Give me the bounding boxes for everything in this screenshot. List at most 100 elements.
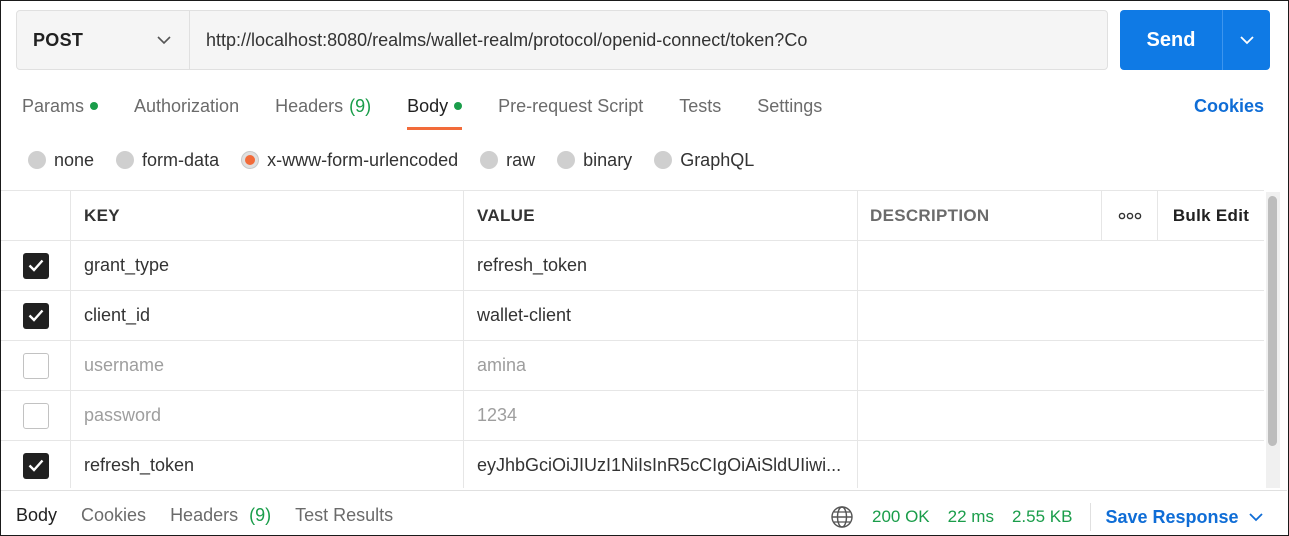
active-indicator-dot (454, 102, 463, 110)
globe-icon[interactable] (830, 505, 854, 529)
response-tab-body[interactable]: Body (16, 505, 57, 526)
tab-label: Headers (275, 96, 344, 116)
header-description: DESCRIPTION (858, 191, 1102, 240)
description-cell[interactable] (858, 391, 1264, 440)
header-value: VALUE (464, 191, 858, 240)
send-button[interactable]: Send (1120, 10, 1222, 70)
key-cell[interactable]: username (71, 341, 464, 390)
value-cell[interactable]: wallet-client (464, 291, 858, 340)
tab-pre-request-script[interactable]: Pre-request Script (498, 88, 643, 130)
chevron-down-icon (1239, 35, 1254, 44)
row-checkbox[interactable] (22, 452, 49, 479)
row-check-cell (1, 241, 71, 290)
radio-circle (116, 151, 135, 169)
radio-raw[interactable]: raw (480, 150, 535, 171)
row-check-cell (1, 441, 71, 488)
radio-label: binary (583, 149, 633, 170)
radio-circle (557, 151, 576, 169)
status-code[interactable]: 200 OK (872, 507, 930, 527)
request-url-bar: POST (16, 10, 1108, 70)
description-cell[interactable] (858, 291, 1264, 340)
row-check-cell (1, 341, 71, 390)
check-icon (28, 309, 43, 322)
tab-label: Body (16, 505, 58, 525)
tab-label: Params (22, 96, 85, 116)
radio-circle (28, 151, 46, 169)
divider (1090, 503, 1092, 531)
table-row: grant_type refresh_token (1, 241, 1264, 291)
table-header-row: KEY VALUE DESCRIPTION Bulk Edit (1, 191, 1264, 241)
key-cell[interactable]: password (71, 391, 464, 440)
tab-label: Headers (170, 505, 239, 525)
check-icon (28, 259, 43, 272)
request-tabs: Params Authorization Headers (9) Body Pr… (22, 88, 858, 130)
chevron-down-icon (1247, 508, 1265, 526)
radio-none[interactable]: none (28, 150, 94, 171)
cookies-link[interactable]: Cookies (1194, 96, 1264, 117)
value-text: eyJhbGciOiJIUzI1NiIsInR5cCIgOiAiSldUIiwi… (477, 455, 842, 475)
value-cell[interactable]: amina (464, 341, 858, 390)
response-time[interactable]: 22 ms (948, 507, 994, 527)
radio-label: form-data (142, 149, 220, 170)
scrollbar-thumb[interactable] (1268, 196, 1277, 446)
radio-x-www-form-urlencoded[interactable]: x-www-form-urlencoded (241, 150, 458, 171)
check-icon (28, 459, 43, 472)
more-horizontal-icon (1118, 212, 1141, 219)
tab-label: Cookies (81, 505, 147, 525)
radio-graphql[interactable]: GraphQL (654, 150, 754, 171)
row-checkbox[interactable] (22, 352, 49, 379)
tab-authorization[interactable]: Authorization (134, 88, 239, 130)
response-tab-test-results[interactable]: Test Results (295, 505, 393, 526)
radio-binary[interactable]: binary (557, 150, 632, 171)
url-input[interactable] (190, 11, 1107, 69)
tab-settings[interactable]: Settings (757, 88, 822, 130)
response-tab-cookies[interactable]: Cookies (81, 505, 146, 526)
table-row: refresh_token eyJhbGciOiJIUzI1NiIsInR5cC… (1, 441, 1264, 488)
bulk-edit-button[interactable]: Bulk Edit (1158, 191, 1264, 240)
tab-headers[interactable]: Headers (9) (275, 88, 371, 130)
method-select[interactable]: POST (17, 11, 190, 69)
header-key: KEY (71, 191, 464, 240)
description-cell[interactable] (858, 341, 1264, 390)
table-row: password 1234 (1, 391, 1264, 441)
key-cell[interactable]: client_id (71, 291, 464, 340)
key-cell[interactable]: refresh_token (71, 441, 464, 488)
tab-label: Settings (757, 96, 823, 116)
radio-label: x-www-form-urlencoded (267, 149, 459, 170)
save-response-button[interactable]: Save Response (1105, 507, 1264, 528)
chevron-down-icon (155, 31, 173, 49)
value-cell[interactable]: 1234 (464, 391, 858, 440)
radio-circle-checked (241, 151, 260, 169)
more-options-button[interactable] (1102, 191, 1158, 240)
value-cell[interactable]: eyJhbGciOiJIUzI1NiIsInR5cCIgOiAiSldUIiwi… (464, 441, 858, 488)
radio-circle (654, 151, 673, 169)
response-status: 200 OK 22 ms 2.55 KB Save Response (830, 503, 1265, 531)
radio-form-data[interactable]: form-data (116, 150, 219, 171)
radio-label: GraphQL (680, 149, 755, 170)
row-checkbox[interactable] (22, 302, 49, 329)
description-cell[interactable] (858, 241, 1264, 290)
active-indicator-dot (90, 102, 99, 110)
response-bar: Body Cookies Headers (9) Test Results 20… (1, 490, 1287, 535)
tab-label: Pre-request Script (498, 96, 644, 116)
row-checkbox[interactable] (22, 252, 49, 279)
tab-body[interactable]: Body (407, 88, 463, 130)
value-cell[interactable]: refresh_token (464, 241, 858, 290)
key-cell[interactable]: grant_type (71, 241, 464, 290)
tab-label: Authorization (134, 96, 240, 116)
tab-label: Body (407, 96, 449, 116)
response-size[interactable]: 2.55 KB (1012, 507, 1073, 527)
description-cell[interactable] (858, 441, 1264, 488)
method-label: POST (33, 29, 84, 50)
save-response-label: Save Response (1105, 506, 1239, 527)
tab-tests[interactable]: Tests (679, 88, 721, 130)
tab-params[interactable]: Params (22, 88, 99, 130)
tab-label: Test Results (295, 505, 394, 525)
response-tab-headers[interactable]: Headers (9) (170, 505, 271, 526)
table-row: username amina (1, 341, 1264, 391)
table-scrollbar[interactable] (1266, 192, 1280, 488)
radio-label: raw (506, 149, 536, 170)
table-row: client_id wallet-client (1, 291, 1264, 341)
send-options-button[interactable] (1223, 10, 1270, 70)
row-checkbox[interactable] (22, 402, 49, 429)
